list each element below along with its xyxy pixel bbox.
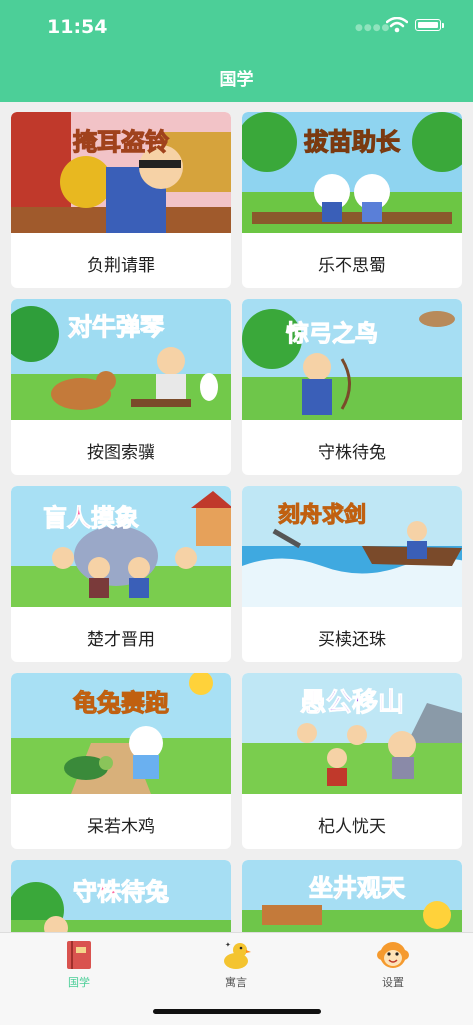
tab-label: 设置 (382, 976, 404, 989)
story-thumbnail: 对牛弹琴 (11, 299, 231, 420)
tab-yuyan[interactable]: ✦ 寓言 (176, 933, 296, 993)
story-card[interactable]: 刻舟求剑 买椟还珠 (242, 486, 462, 662)
story-thumbnail: 刻舟求剑 (242, 486, 462, 607)
card-banner-text: 守株待兔 (73, 878, 169, 906)
story-card[interactable]: 坐井观天 (242, 860, 462, 932)
story-thumbnail: 拔苗助长 (242, 112, 462, 233)
card-banner-text: 惊弓之鸟 (286, 320, 378, 347)
story-title: 呆若木鸡 (87, 817, 155, 837)
story-title: 按图索骥 (87, 443, 155, 463)
battery-icon (415, 19, 441, 31)
card-banner-text: 龟兔赛跑 (73, 689, 169, 717)
nav-bar: 国学 (0, 52, 473, 102)
story-card[interactable]: 盲人摸象 楚才晋用 (11, 486, 231, 662)
card-banner-text: 愚公移山 (300, 688, 404, 718)
tab-settings[interactable]: 设置 (333, 933, 453, 993)
story-title: 乐不思蜀 (318, 256, 386, 276)
story-thumbnail: 惊弓之鸟 (242, 299, 462, 420)
story-thumbnail: 坐井观天 (242, 860, 462, 932)
story-card[interactable]: 愚公移山 杞人忧天 (242, 673, 462, 849)
monkey-icon (377, 942, 409, 968)
story-card[interactable]: 守株待兔 (11, 860, 231, 932)
status-time: 11:54 (47, 16, 108, 38)
card-banner-text: 拔苗助长 (304, 128, 401, 156)
card-banner-text: 对牛弹琴 (68, 313, 164, 341)
story-card[interactable]: 惊弓之鸟 守株待兔 (242, 299, 462, 475)
story-card[interactable]: 龟兔赛跑 呆若木鸡 (11, 673, 231, 849)
story-card[interactable]: 掩耳盗铃 负荆请罪 (11, 112, 231, 288)
story-title: 买椟还珠 (318, 630, 386, 650)
duck-icon: ✦ (224, 941, 251, 969)
card-banner-text: 盲人摸象 (43, 504, 139, 532)
card-banner-text: 刻舟求剑 (278, 502, 366, 528)
story-thumbnail: 愚公移山 (242, 673, 462, 794)
battery-tip (442, 23, 444, 28)
book-icon (67, 941, 91, 969)
card-banner-text: 掩耳盗铃 (73, 128, 169, 156)
page-title: 国学 (219, 70, 254, 90)
story-card[interactable]: 拔苗助长 乐不思蜀 (242, 112, 462, 288)
tab-guoxue[interactable]: 国学 (19, 933, 139, 993)
story-card[interactable]: 对牛弹琴 按图索骥 (11, 299, 231, 475)
story-thumbnail: 盲人摸象 (11, 486, 231, 607)
tab-label: 寓言 (225, 976, 247, 989)
tab-label: 国学 (68, 976, 90, 989)
story-thumbnail: 掩耳盗铃 (11, 112, 231, 233)
svg-text:✦: ✦ (225, 941, 231, 949)
wifi-icon (386, 17, 408, 33)
home-indicator (153, 1009, 321, 1014)
story-title: 楚才晋用 (87, 630, 155, 650)
story-title: 负荆请罪 (87, 256, 155, 276)
story-title: 守株待兔 (318, 443, 386, 463)
story-title: 杞人忧天 (318, 817, 386, 837)
story-grid[interactable]: 掩耳盗铃 负荆请罪 拔苗助长 乐不思蜀 对牛弹琴 按图索骥 惊弓之鸟 守株待兔 … (0, 102, 473, 932)
story-thumbnail: 龟兔赛跑 (11, 673, 231, 794)
card-banner-text: 坐井观天 (309, 874, 405, 902)
status-bar: 11:54 ●●●● (0, 0, 473, 52)
story-thumbnail: 守株待兔 (11, 860, 231, 932)
